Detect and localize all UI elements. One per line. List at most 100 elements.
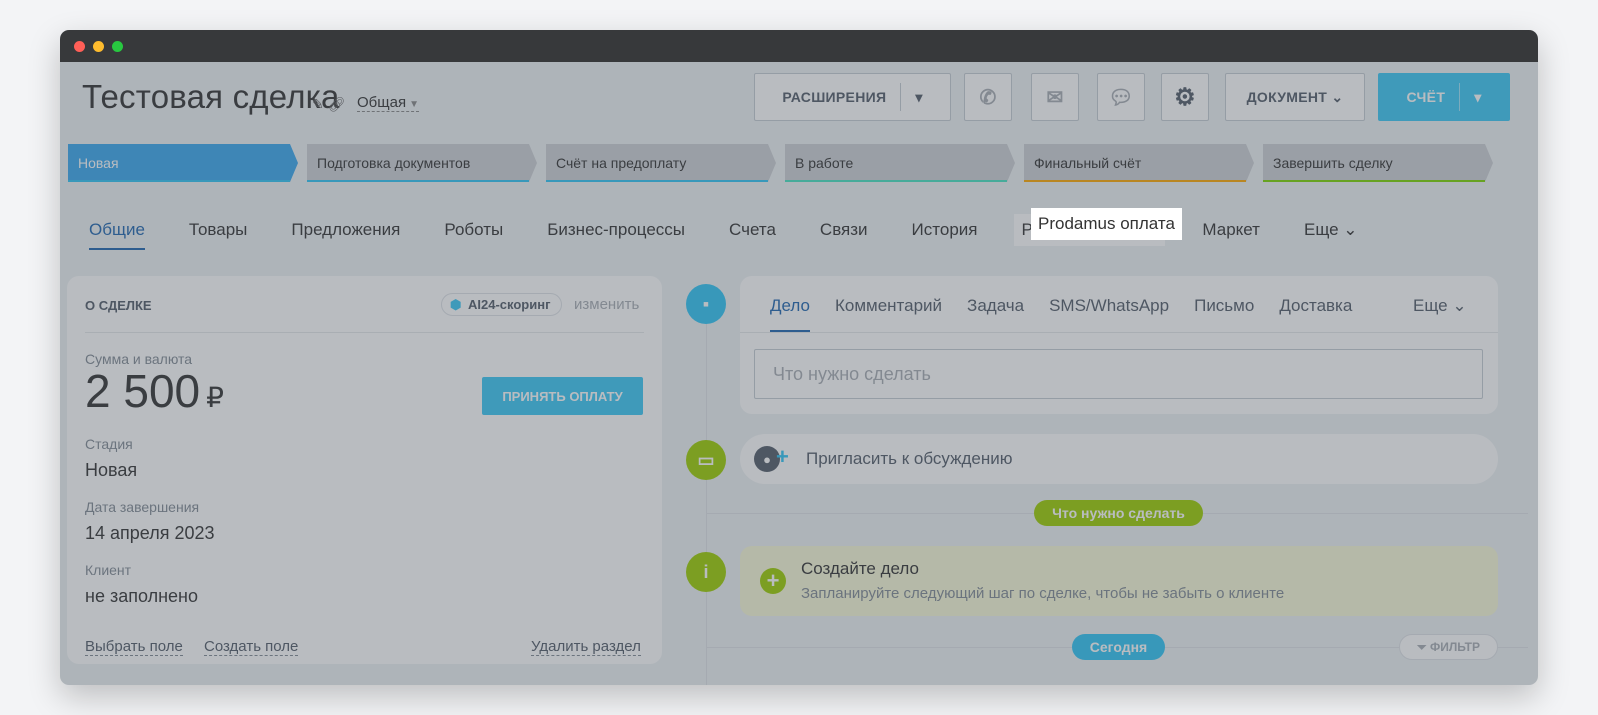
activity-more-tab[interactable]: Еще ⌄ bbox=[1413, 296, 1467, 316]
create-field-link[interactable]: Создать поле bbox=[204, 638, 299, 656]
edit-pencil-icon[interactable]: ✎ bbox=[312, 96, 324, 112]
activity-chat-icon: ▪ bbox=[686, 284, 726, 324]
tab-3[interactable]: Предложения bbox=[291, 214, 400, 246]
create-activity-title: Создайте дело bbox=[801, 559, 919, 578]
today-pill: Сегодня bbox=[1072, 634, 1165, 660]
accept-payment-button[interactable]: ПРИНЯТЬ ОПЛАТУ bbox=[482, 377, 643, 415]
tab-4[interactable]: Роботы bbox=[444, 214, 503, 246]
deal-title: Тестовая сделка bbox=[82, 78, 340, 115]
todo-section-pill: Что нужно сделать bbox=[1034, 500, 1203, 526]
create-activity-subtitle: Запланируйте следующий шаг по сделке, чт… bbox=[801, 585, 1285, 602]
chat-icon: 💬︎ bbox=[1108, 86, 1134, 109]
plus-icon: + bbox=[776, 444, 789, 469]
filter-button[interactable]: ⏷ ФИЛЬТР bbox=[1399, 634, 1498, 660]
stage-value: Новая bbox=[85, 460, 138, 480]
window-titlebar bbox=[60, 30, 1538, 62]
tab-label: Роботы bbox=[444, 220, 504, 239]
tab-5[interactable]: Бизнес-процессы bbox=[547, 214, 685, 246]
activity-tab-5[interactable]: Письмо bbox=[1194, 296, 1254, 324]
delete-section-link[interactable]: Удалить раздел bbox=[531, 638, 641, 656]
tab-label: Связи bbox=[819, 220, 868, 239]
activity-tab-3[interactable]: Задача bbox=[967, 296, 1024, 324]
tab-10[interactable]: Маркет bbox=[1202, 214, 1260, 246]
chevron-down-icon: ⌄ bbox=[1338, 220, 1358, 239]
about-deal-panel: О СДЕЛКЕ ⬢ AI24-скоринг изменить Сумма и … bbox=[67, 276, 662, 664]
category-label: Общая bbox=[357, 94, 407, 111]
tab-8[interactable]: История bbox=[912, 214, 978, 246]
stage-5[interactable]: Финальный счёт bbox=[1024, 144, 1254, 182]
activity-tab-2[interactable]: Комментарий bbox=[835, 296, 942, 324]
tab-label: Еще bbox=[1303, 220, 1339, 239]
maximize-window-button[interactable] bbox=[112, 41, 123, 52]
document-label: ДОКУМЕНТ bbox=[1246, 89, 1328, 105]
tab-7[interactable]: Связи bbox=[820, 214, 868, 246]
minimize-window-button[interactable] bbox=[93, 41, 104, 52]
activity-tabs: Дело Комментарий Задача SMS/WhatsApp Письмо Д… bbox=[770, 296, 1377, 332]
currency-symbol: ₽ bbox=[206, 382, 224, 413]
tab-1[interactable]: Общие bbox=[89, 214, 145, 250]
amount-number: 2 500 bbox=[85, 365, 201, 417]
tab-label: Предложения bbox=[291, 220, 401, 239]
activity-tab-1[interactable]: Дело bbox=[770, 296, 810, 332]
stage-3[interactable]: Счёт на предоплату bbox=[546, 144, 776, 182]
ai-scoring-label: AI24-скоринг bbox=[468, 297, 551, 312]
email-button[interactable]: ✉ bbox=[1031, 73, 1079, 121]
ai-network-icon: ⬢ bbox=[450, 297, 462, 312]
close-date-value: 14 апреля 2023 bbox=[85, 523, 215, 543]
highlighted-tab-prodamus[interactable]: Prodamus оплата bbox=[1031, 208, 1182, 240]
deal-card: Тестовая сделка ✎ 🔗︎ Общая ▼ РАСШИРЕНИЯ ▾ … bbox=[60, 62, 1538, 685]
activity-more-label: Еще bbox=[1413, 296, 1448, 315]
comment-icon: ▭ bbox=[686, 440, 726, 480]
tab-label: Счета bbox=[729, 220, 776, 239]
document-button[interactable]: ДОКУМЕНТ ⌄ bbox=[1225, 73, 1365, 121]
change-link[interactable]: изменить bbox=[574, 296, 639, 313]
chevron-down-icon[interactable]: ▾ bbox=[915, 89, 922, 106]
settings-button[interactable]: ⚙ bbox=[1161, 73, 1209, 121]
extensions-button[interactable]: РАСШИРЕНИЯ ▾ bbox=[754, 73, 951, 121]
extensions-label: РАСШИРЕНИЯ bbox=[782, 89, 887, 105]
call-button[interactable]: ✆ bbox=[964, 73, 1012, 121]
invoice-label: СЧЁТ bbox=[1406, 89, 1446, 105]
select-field-link[interactable]: Выбрать поле bbox=[85, 638, 183, 656]
activity-editor: Дело Комментарий Задача SMS/WhatsApp Письмо Д… bbox=[740, 276, 1498, 414]
link-icon[interactable]: 🔗︎ bbox=[328, 96, 346, 112]
stage-4[interactable]: В работе bbox=[785, 144, 1015, 182]
tab-11[interactable]: Еще ⌄ bbox=[1304, 214, 1358, 246]
chevron-down-icon: ⌄ bbox=[1331, 88, 1344, 105]
todo-input[interactable]: Что нужно сделать bbox=[754, 349, 1483, 399]
about-header: О СДЕЛКЕ bbox=[85, 298, 152, 313]
stage-2[interactable]: Подготовка документов bbox=[307, 144, 537, 182]
tab-label: Маркет bbox=[1202, 220, 1260, 239]
ai-scoring-badge[interactable]: ⬢ AI24-скоринг bbox=[441, 293, 562, 316]
close-date-label: Дата завершения bbox=[85, 499, 200, 515]
client-value: не заполнено bbox=[85, 586, 198, 606]
activity-tab-6[interactable]: Доставка bbox=[1279, 296, 1352, 324]
client-label: Клиент bbox=[85, 562, 132, 578]
create-activity-card[interactable]: + Создайте дело Запланируйте следующий ш… bbox=[740, 546, 1498, 616]
invite-to-discussion[interactable]: ● + Пригласить к обсуждению bbox=[740, 434, 1498, 484]
info-icon: i bbox=[686, 552, 726, 592]
tab-label: Товары bbox=[188, 220, 248, 239]
stage-1[interactable]: Новая bbox=[68, 144, 298, 182]
chevron-down-icon[interactable]: ▾ bbox=[1474, 89, 1481, 106]
invite-label: Пригласить к обсуждению bbox=[806, 449, 1013, 468]
filter-label: ФИЛЬТР bbox=[1429, 640, 1480, 654]
mail-icon: ✉ bbox=[1046, 86, 1064, 109]
browser-window: Тестовая сделка ✎ 🔗︎ Общая ▼ РАСШИРЕНИЯ ▾ … bbox=[60, 30, 1538, 685]
amount-value: 2 500 ₽ bbox=[85, 364, 224, 418]
activity-tab-4[interactable]: SMS/WhatsApp bbox=[1049, 296, 1169, 324]
invoice-button[interactable]: СЧЁТ ▾ bbox=[1378, 73, 1510, 121]
stage-6[interactable]: Завершить сделку bbox=[1263, 144, 1493, 182]
stage-label: Стадия bbox=[85, 436, 133, 452]
filter-icon: ⏷ bbox=[1417, 639, 1427, 654]
gear-icon: ⚙ bbox=[1174, 83, 1196, 111]
timeline-line bbox=[706, 312, 707, 685]
chat-button[interactable]: 💬︎ bbox=[1097, 73, 1145, 121]
title-actions: ✎ 🔗︎ bbox=[312, 96, 345, 113]
tab-6[interactable]: Счета bbox=[729, 214, 776, 246]
tab-2[interactable]: Товары bbox=[189, 214, 247, 246]
stage-progress-bar: Новая Подготовка документов Счёт на предоп… bbox=[68, 144, 1502, 182]
add-icon[interactable]: + bbox=[760, 568, 786, 594]
category-selector[interactable]: Общая ▼ bbox=[357, 94, 419, 112]
close-window-button[interactable] bbox=[74, 41, 85, 52]
